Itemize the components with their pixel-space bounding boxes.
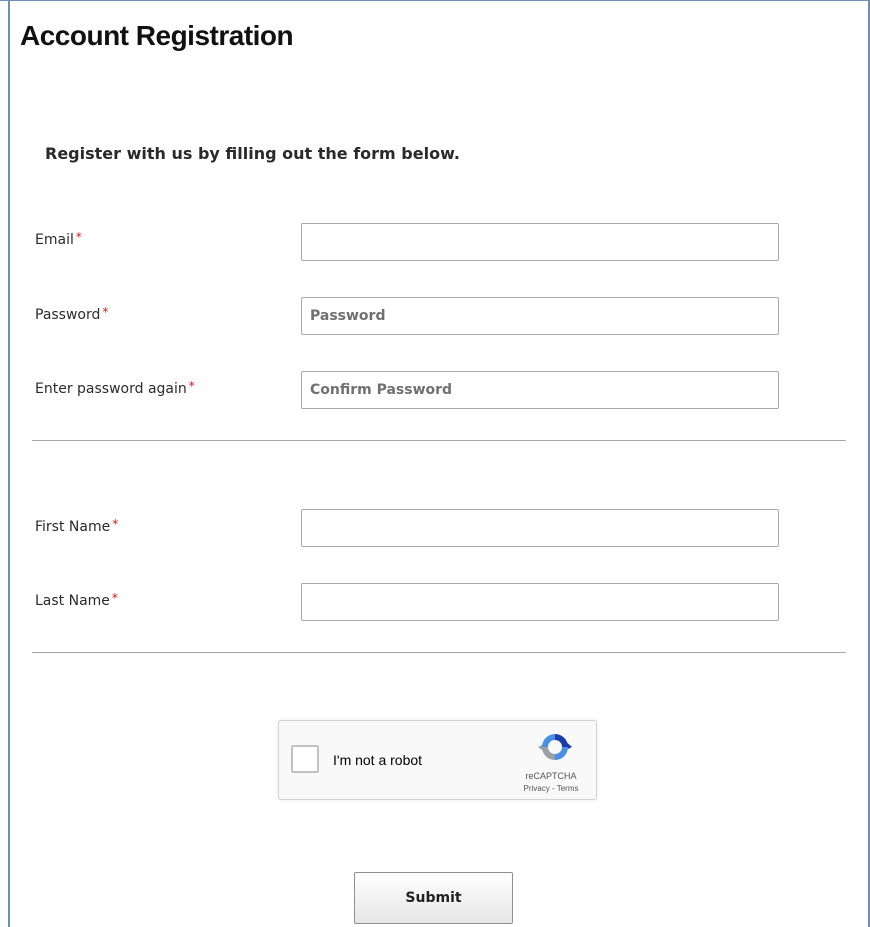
section-divider xyxy=(32,652,846,653)
recaptcha-privacy-terms[interactable]: Privacy - Terms xyxy=(509,784,593,793)
email-field[interactable] xyxy=(301,223,779,261)
first-name-label-text: First Name xyxy=(35,519,111,535)
required-marker: * xyxy=(75,230,82,244)
section-divider xyxy=(32,440,846,441)
password-label: Password * xyxy=(35,305,109,323)
email-label: Email * xyxy=(35,230,82,248)
required-marker: * xyxy=(102,305,109,319)
recaptcha-logo-icon xyxy=(538,734,572,760)
confirm-password-label-text: Enter password again xyxy=(35,381,187,397)
frame-left-border xyxy=(8,0,10,927)
page-title: Account Registration xyxy=(20,20,294,51)
recaptcha-widget: I'm not a robot reCAPTCHA Privacy - Term… xyxy=(278,720,597,800)
email-label-text: Email xyxy=(35,232,74,248)
recaptcha-checkbox[interactable] xyxy=(291,745,319,773)
required-marker: * xyxy=(188,379,195,393)
first-name-label: First Name * xyxy=(35,517,119,535)
confirm-password-label: Enter password again * xyxy=(35,379,195,397)
password-field[interactable] xyxy=(301,297,779,335)
recaptcha-brand: reCAPTCHA xyxy=(525,771,577,781)
last-name-field[interactable] xyxy=(301,583,779,621)
submit-button[interactable]: Submit xyxy=(354,872,513,924)
last-name-label: Last Name * xyxy=(35,591,118,609)
required-marker: * xyxy=(111,591,118,605)
required-marker: * xyxy=(112,517,119,531)
recaptcha-label: I'm not a robot xyxy=(333,752,423,768)
confirm-password-field[interactable] xyxy=(301,371,779,409)
intro-text: Register with us by filling out the form… xyxy=(45,144,460,163)
frame-top-border xyxy=(0,0,870,1)
password-label-text: Password xyxy=(35,307,101,323)
first-name-field[interactable] xyxy=(301,509,779,547)
last-name-label-text: Last Name xyxy=(35,593,110,609)
